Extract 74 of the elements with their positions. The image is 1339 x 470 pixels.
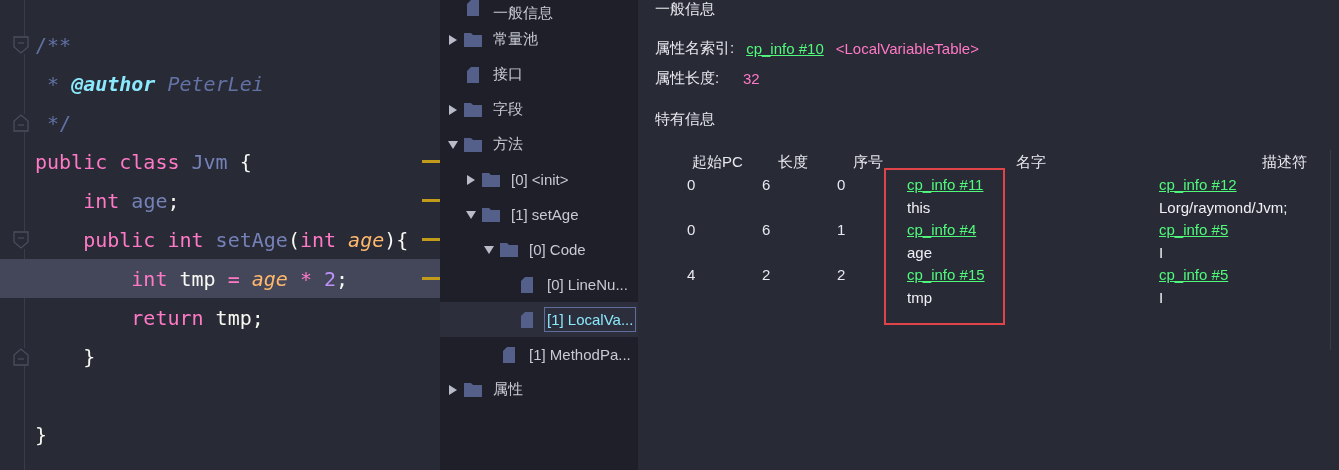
cp-info-link[interactable]: cp_info #4 bbox=[907, 219, 977, 242]
table-cell-text: age bbox=[907, 242, 933, 263]
code-line: } bbox=[35, 422, 48, 447]
expanded-arrow-icon[interactable] bbox=[484, 244, 494, 255]
table-cell-text: 6 bbox=[761, 220, 771, 240]
tree-item[interactable]: 接口 bbox=[490, 61, 526, 88]
folder-icon bbox=[482, 207, 500, 222]
cp-info-link[interactable]: cp_info #11 bbox=[907, 174, 984, 197]
file-icon bbox=[521, 311, 533, 328]
expanded-arrow-icon[interactable] bbox=[448, 139, 458, 150]
tree-item[interactable]: 字段 bbox=[490, 96, 526, 123]
tree-item[interactable]: [0] LineNu... bbox=[544, 272, 631, 297]
field-label: 属性长度: bbox=[655, 68, 721, 88]
code-line: public class Jvm { bbox=[35, 149, 252, 174]
code-line: int tmp = age * 2; bbox=[130, 266, 349, 291]
column-header: 描述符 bbox=[1262, 152, 1307, 172]
tree-item[interactable]: [1] MethodPa... bbox=[526, 342, 634, 367]
cp-info-link[interactable]: cp_info #10 bbox=[746, 39, 824, 57]
column-header: 序号 bbox=[852, 152, 883, 172]
table-cell-text: I bbox=[1159, 242, 1164, 263]
tree-item[interactable]: [0] Code bbox=[526, 237, 589, 262]
folder-icon bbox=[464, 102, 482, 117]
cp-info-link[interactable]: cp_info #5 bbox=[1159, 264, 1229, 287]
tree-item[interactable]: 一般信息 bbox=[490, 0, 556, 27]
table-cell-text: I bbox=[1159, 287, 1164, 308]
section-heading: 一般信息 bbox=[655, 0, 716, 18]
collapsed-arrow-icon[interactable] bbox=[448, 34, 458, 45]
table-cell-text: 2 bbox=[836, 265, 846, 285]
code-line: int age; bbox=[82, 188, 180, 213]
file-icon bbox=[467, 66, 479, 83]
file-icon bbox=[467, 0, 479, 16]
folder-icon bbox=[482, 172, 500, 187]
cp-info-link[interactable]: cp_info #5 bbox=[1159, 219, 1229, 242]
table-cell-text: Lorg/raymond/Jvm; bbox=[1159, 197, 1288, 218]
code-line: */ bbox=[46, 110, 72, 135]
code-line: public int setAge(int age){ bbox=[82, 227, 409, 252]
collapsed-arrow-icon[interactable] bbox=[448, 104, 458, 115]
code-line: /** bbox=[35, 32, 72, 57]
column-header: 起始PC bbox=[692, 152, 743, 172]
table-cell-text: 6 bbox=[761, 175, 771, 195]
section-heading: 特有信息 bbox=[655, 110, 716, 128]
tree-item[interactable]: 属性 bbox=[490, 376, 526, 403]
table-cell-text: tmp bbox=[907, 287, 932, 308]
attribute-length: 32 bbox=[743, 69, 760, 87]
table-cell-text: 0 bbox=[686, 175, 696, 195]
expanded-arrow-icon[interactable] bbox=[466, 209, 476, 220]
table-cell-text: 4 bbox=[686, 265, 696, 285]
cp-info-link[interactable]: cp_info #12 bbox=[1159, 174, 1237, 197]
tree-item[interactable]: 常量池 bbox=[490, 26, 541, 53]
code-line: * @author PeterLei bbox=[46, 71, 264, 96]
folder-icon bbox=[464, 32, 482, 47]
tree-item[interactable]: [1] LocalVa... bbox=[544, 307, 637, 332]
folder-icon bbox=[464, 137, 482, 152]
tree-item[interactable]: 方法 bbox=[490, 131, 526, 158]
column-header: 长度 bbox=[777, 152, 808, 172]
table-cell-text: 1 bbox=[836, 220, 846, 240]
table-cell-text: 2 bbox=[761, 265, 771, 285]
code-line: } bbox=[82, 344, 96, 369]
field-label: 属性名索引: bbox=[655, 38, 735, 58]
tree-item[interactable]: [1] setAge bbox=[508, 202, 582, 227]
folder-icon bbox=[464, 382, 482, 397]
file-icon bbox=[503, 346, 515, 363]
folder-icon bbox=[500, 242, 518, 257]
collapsed-arrow-icon[interactable] bbox=[466, 174, 476, 185]
cp-info-link[interactable]: cp_info #15 bbox=[907, 264, 985, 287]
code-line: return tmp; bbox=[130, 305, 264, 330]
column-header: 名字 bbox=[1016, 152, 1046, 172]
attribute-name: <LocalVariableTable> bbox=[835, 39, 979, 57]
collapsed-arrow-icon[interactable] bbox=[448, 384, 458, 395]
table-cell-text: this bbox=[907, 197, 931, 218]
table-cell-text: 0 bbox=[686, 220, 696, 240]
file-icon bbox=[521, 276, 533, 293]
table-cell-text: 0 bbox=[836, 175, 846, 195]
tree-item[interactable]: [0] <init> bbox=[508, 167, 572, 192]
